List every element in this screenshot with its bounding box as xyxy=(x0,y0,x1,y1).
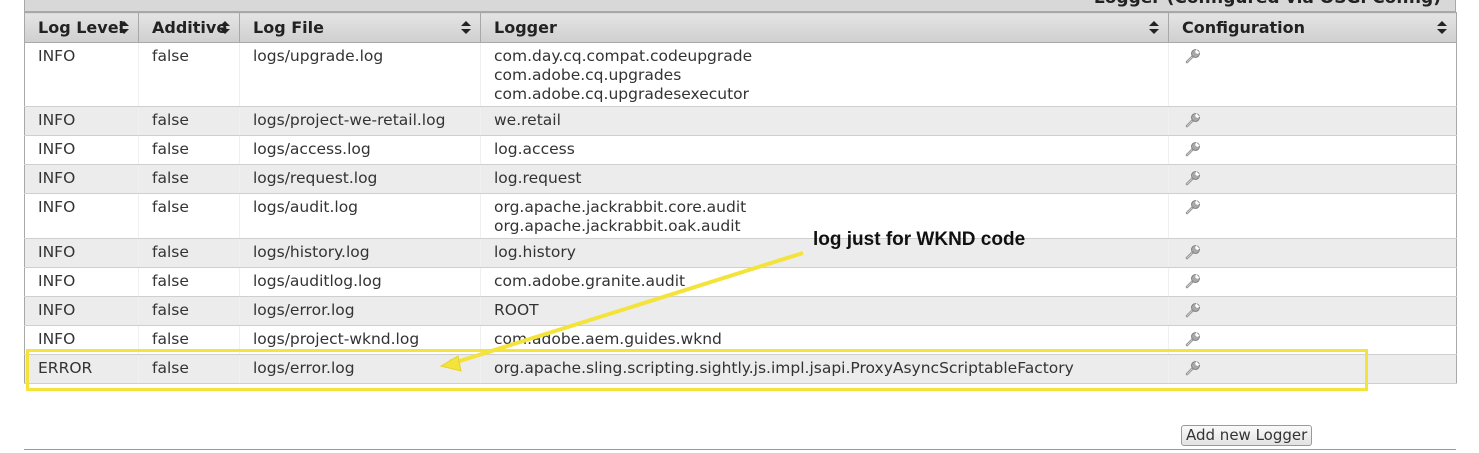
configuration-cell xyxy=(1168,193,1457,239)
logger-cell: log.request xyxy=(480,164,1169,194)
sort-arrows-icon[interactable] xyxy=(1149,21,1159,34)
wrench-icon[interactable] xyxy=(1184,47,1202,65)
wrench-icon[interactable] xyxy=(1184,330,1202,348)
annotation-label: log just for WKND code xyxy=(813,229,1026,250)
logger-cell: we.retail xyxy=(480,106,1169,136)
configuration-cell xyxy=(1168,296,1457,326)
divider xyxy=(24,449,1456,450)
logger-name: org.apache.jackrabbit.core.audit xyxy=(494,198,747,216)
column-header-logger[interactable]: Logger xyxy=(480,12,1169,43)
additive-cell: false xyxy=(138,267,240,297)
configuration-cell xyxy=(1168,267,1457,297)
log-level-cell: ERROR xyxy=(24,354,139,384)
configuration-cell xyxy=(1168,106,1457,136)
log-level-cell: INFO xyxy=(24,106,139,136)
logger-name: org.apache.sling.scripting.sightly.js.im… xyxy=(494,359,1074,377)
wrench-icon[interactable] xyxy=(1184,243,1202,261)
additive-cell: false xyxy=(138,296,240,326)
log-level-cell: INFO xyxy=(24,193,139,239)
log-file-cell: logs/access.log xyxy=(239,135,481,165)
logger-cell: com.adobe.granite.audit xyxy=(480,267,1169,297)
column-header-log-file[interactable]: Log File xyxy=(239,12,481,43)
table-row: INFO false logs/request.log log.request xyxy=(24,164,1457,194)
logger-cell: com.day.cq.compat.codeupgrade com.adobe.c… xyxy=(480,42,1169,107)
table-row: INFO false logs/access.log log.access xyxy=(24,135,1457,165)
additive-cell: false xyxy=(138,354,240,384)
log-file-cell: logs/auditlog.log xyxy=(239,267,481,297)
logger-cell: com.adobe.aem.guides.wknd xyxy=(480,325,1169,355)
table-row: INFO false logs/audit.log org.apache.jackra… xyxy=(24,193,1457,239)
logger-name: ROOT xyxy=(494,301,539,319)
sort-arrows-icon[interactable] xyxy=(461,21,471,34)
configuration-cell xyxy=(1168,238,1457,268)
sort-arrows-icon[interactable] xyxy=(1437,21,1447,34)
log-level-cell: INFO xyxy=(24,325,139,355)
log-level-cell: INFO xyxy=(24,135,139,165)
logger-cell: log.access xyxy=(480,135,1169,165)
log-level-cell: INFO xyxy=(24,164,139,194)
logger-name: log.request xyxy=(494,169,582,187)
additive-cell: false xyxy=(138,238,240,268)
additive-cell: false xyxy=(138,42,240,107)
column-header-additive[interactable]: Additive xyxy=(138,12,240,43)
table-header-row: Log Level Additive Log File Logger Confi… xyxy=(24,12,1457,43)
logger-name: com.adobe.cq.upgradesexecutor xyxy=(494,85,750,103)
wrench-icon[interactable] xyxy=(1184,359,1202,377)
configuration-cell xyxy=(1168,135,1457,165)
log-file-cell: logs/request.log xyxy=(239,164,481,194)
section-header: Logger (Configured via OSGi Config) xyxy=(24,0,1456,12)
table-row: INFO false logs/project-wknd.log com.adobe.… xyxy=(24,325,1457,355)
table-row: INFO false logs/project-we-retail.log we.re… xyxy=(24,106,1457,136)
log-file-cell: logs/audit.log xyxy=(239,193,481,239)
logger-cell: ROOT xyxy=(480,296,1169,326)
column-header-log-level[interactable]: Log Level xyxy=(24,12,139,43)
logger-name: com.adobe.granite.audit xyxy=(494,272,686,290)
logger-panel: Logger (Configured via OSGi Config) Log … xyxy=(24,0,1457,453)
additive-cell: false xyxy=(138,135,240,165)
additive-cell: false xyxy=(138,193,240,239)
log-file-cell: logs/error.log xyxy=(239,296,481,326)
configuration-cell xyxy=(1168,325,1457,355)
log-file-cell: logs/error.log xyxy=(239,354,481,384)
additive-cell: false xyxy=(138,106,240,136)
column-header-configuration[interactable]: Configuration xyxy=(1168,12,1457,43)
table-footer: Add new Logger xyxy=(24,422,1456,452)
configuration-cell xyxy=(1168,42,1457,107)
wrench-icon[interactable] xyxy=(1184,301,1202,319)
log-file-cell: logs/project-wknd.log xyxy=(239,325,481,355)
wrench-icon[interactable] xyxy=(1184,111,1202,129)
table-row: INFO false logs/upgrade.log com.day.cq.comp… xyxy=(24,42,1457,107)
configuration-cell xyxy=(1168,354,1457,384)
logger-cell: org.apache.sling.scripting.sightly.js.im… xyxy=(480,354,1169,384)
sort-arrows-icon[interactable] xyxy=(220,21,230,34)
table-row: INFO false logs/history.log log.history xyxy=(24,238,1457,268)
table-row: INFO false logs/auditlog.log com.adobe.gran… xyxy=(24,267,1457,297)
logger-name: log.access xyxy=(494,140,575,158)
log-file-cell: logs/project-we-retail.log xyxy=(239,106,481,136)
log-level-cell: INFO xyxy=(24,238,139,268)
wrench-icon[interactable] xyxy=(1184,272,1202,290)
table-row: ERROR false logs/error.log org.apache.sling… xyxy=(24,354,1457,384)
logger-name: we.retail xyxy=(494,111,561,129)
section-title: Logger (Configured via OSGi Config) xyxy=(1094,0,1441,8)
log-level-cell: INFO xyxy=(24,267,139,297)
wrench-icon[interactable] xyxy=(1184,140,1202,158)
wrench-icon[interactable] xyxy=(1184,169,1202,187)
table-row: INFO false logs/error.log ROOT xyxy=(24,296,1457,326)
wrench-icon[interactable] xyxy=(1184,198,1202,216)
logger-name: com.adobe.cq.upgrades xyxy=(494,66,682,84)
logger-name: com.day.cq.compat.codeupgrade xyxy=(494,47,753,65)
additive-cell: false xyxy=(138,325,240,355)
logger-table: Log Level Additive Log File Logger Confi… xyxy=(24,12,1457,384)
configuration-cell xyxy=(1168,164,1457,194)
log-level-cell: INFO xyxy=(24,42,139,107)
add-new-logger-button[interactable]: Add new Logger xyxy=(1181,425,1313,446)
log-file-cell: logs/upgrade.log xyxy=(239,42,481,107)
log-level-cell: INFO xyxy=(24,296,139,326)
additive-cell: false xyxy=(138,164,240,194)
log-file-cell: logs/history.log xyxy=(239,238,481,268)
sort-arrows-icon[interactable] xyxy=(119,21,129,34)
logger-name: com.adobe.aem.guides.wknd xyxy=(494,330,722,348)
